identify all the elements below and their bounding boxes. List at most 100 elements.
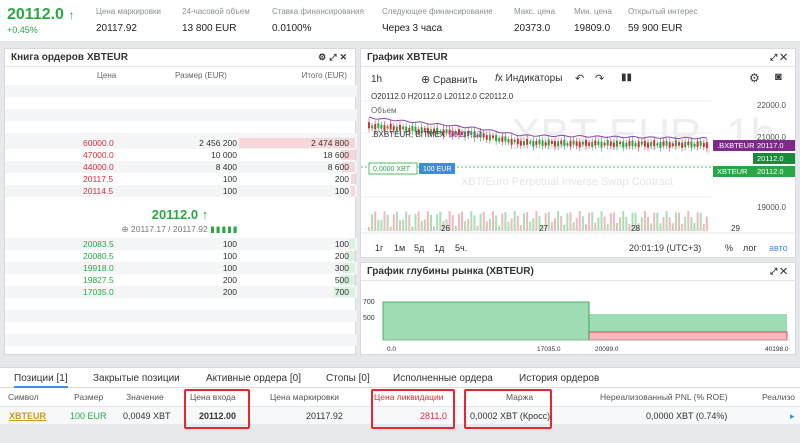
stat-funding-rate: Ставка финансирования 0.0100%	[272, 7, 364, 34]
volume-bar	[513, 211, 516, 231]
watermark-text: XBT-EUR, 1h	[511, 110, 775, 159]
close-icon[interactable]: ✕	[780, 266, 790, 276]
range-5d[interactable]: 5д	[414, 243, 424, 253]
bid-price[interactable]: 20083.5	[83, 239, 114, 249]
volume-bar	[436, 213, 439, 231]
bid-row[interactable]: 20080.5 100 200	[5, 250, 357, 262]
volume-bar	[399, 220, 401, 231]
up-arrow-icon: ↑	[201, 207, 209, 222]
bid-size: 200	[222, 275, 237, 285]
candle-body	[547, 139, 550, 146]
more-icon[interactable]: ▸	[790, 411, 795, 422]
bid-row[interactable]: 19827.5 200 500	[5, 274, 357, 286]
candle-body	[616, 140, 618, 147]
tab-filled-orders[interactable]: Исполненные ордера	[393, 373, 493, 384]
ask-row[interactable]: 20117.5 100 200	[5, 173, 357, 185]
price-chart[interactable]: XBT-EUR, 1h XBT/Euro Perpetual Inverse Sw…	[361, 91, 795, 241]
auto-toggle[interactable]: авто	[769, 243, 788, 253]
range-5h[interactable]: 5ч.	[455, 243, 467, 253]
position-symbol-link[interactable]: XBTEUR	[9, 411, 46, 421]
col-realized-pnl: Реализо	[762, 392, 795, 402]
bid-total: 100	[334, 239, 349, 249]
close-icon[interactable]: ✕	[339, 52, 350, 62]
bid-price[interactable]: 17035.0	[83, 287, 114, 297]
bid-price[interactable]: 19918.0	[83, 263, 114, 273]
bid-row[interactable]: 19918.0 100 300	[5, 262, 357, 274]
col-mark-price: Цена маркировки	[270, 392, 340, 402]
tab-order-history[interactable]: История ордеров	[519, 373, 599, 384]
indicators-button[interactable]: fx Индикаторы	[495, 73, 562, 84]
volume-bar	[656, 212, 659, 231]
log-toggle[interactable]: лог	[743, 243, 757, 253]
stat-24h-volume: 24-часовой объем 13 800 EUR	[182, 7, 250, 34]
bid-row[interactable]: 17035.0 200 700	[5, 286, 357, 298]
volume-bar	[476, 225, 479, 231]
compare-button[interactable]: ⊕ Сравнить	[421, 73, 478, 86]
ask-row[interactable]: 20114.5 100 100	[5, 185, 357, 197]
ask-row[interactable]: 60000.0 2 456 200 2 474 800	[5, 137, 357, 149]
orderbook-panel: Книга ордеров XBTEUR ⚙⤢✕ Цена Размер (EU…	[4, 48, 357, 355]
bid-price[interactable]: 19827.5	[83, 275, 114, 285]
depth-chart[interactable]: 700 500 0.0 17035.0 20099.0 40198.0	[361, 282, 795, 354]
percent-toggle[interactable]: %	[725, 243, 733, 253]
volume-bar	[473, 215, 476, 231]
tab-active-orders[interactable]: Активные ордера [0]	[206, 373, 301, 384]
ask-price[interactable]: 20114.5	[83, 186, 113, 196]
ask-depth-area	[588, 331, 788, 341]
candle-body	[371, 125, 374, 129]
camera-icon[interactable]: ◙	[775, 71, 782, 83]
orderbook-columns: Цена Размер (EUR) Итого (EUR)	[5, 68, 357, 82]
interval-button[interactable]: 1h	[371, 74, 382, 85]
bid-price[interactable]: 20080.5	[83, 251, 114, 261]
col-size: Размер	[74, 392, 104, 402]
candle-body	[622, 141, 625, 148]
volume-bar	[581, 216, 584, 231]
volume-bar	[380, 219, 383, 231]
tab-stops[interactable]: Стопы [0]	[326, 373, 370, 384]
expand-icon[interactable]: ⤢	[770, 266, 780, 276]
expand-icon[interactable]: ⤢	[770, 52, 780, 62]
redo-icon[interactable]: ↷	[595, 72, 604, 85]
plus-circle-icon: ⊕	[421, 74, 431, 86]
settings-icon[interactable]: ⚙	[749, 71, 760, 85]
range-1m[interactable]: 1м	[394, 243, 405, 253]
volume-bar	[585, 224, 587, 231]
candle-body	[681, 142, 684, 148]
candle-body	[594, 140, 597, 146]
ask-total: 2 474 800	[311, 138, 349, 148]
depth-x-tick: 20099.0	[595, 346, 619, 353]
undo-icon[interactable]: ↶	[575, 72, 584, 85]
volume-bar	[479, 213, 482, 231]
volume-bar	[386, 214, 389, 231]
bxbteur-tag-value: 20117.0	[757, 141, 784, 150]
candle-body	[557, 141, 560, 147]
tab-closed-positions[interactable]: Закрытые позиции	[93, 373, 180, 384]
bar-chart-icon[interactable]: ▮▮	[621, 72, 632, 83]
ask-row[interactable]: 44000.0 8 400 8 600	[5, 161, 357, 173]
expand-icon[interactable]: ⤢	[329, 52, 339, 62]
candle-body	[532, 140, 535, 147]
ask-price[interactable]: 44000.0	[83, 162, 114, 172]
chart-header: График XBTEUR ⤢✕	[361, 49, 795, 67]
empty-row	[5, 310, 357, 322]
candle-body	[535, 140, 538, 145]
range-1d[interactable]: 1д	[434, 243, 444, 253]
volume-bar	[600, 211, 603, 231]
tab-positions[interactable]: Позиции [1]	[14, 373, 68, 388]
ask-row[interactable]: 47000.0 10 000 18 600	[5, 149, 357, 161]
volume-bar	[417, 211, 420, 231]
empty-row	[5, 109, 357, 121]
ask-price[interactable]: 47000.0	[83, 150, 114, 160]
candle-body	[482, 133, 485, 138]
depth-x-tick: 17035.0	[537, 346, 561, 353]
bid-row[interactable]: 20083.5 100 100	[5, 238, 357, 250]
close-icon[interactable]: ✕	[780, 52, 790, 62]
candle-body	[488, 134, 491, 141]
range-1y[interactable]: 1г	[375, 243, 383, 253]
volume-bar	[566, 213, 569, 231]
orderbook-title: Книга ордеров XBTEUR	[11, 52, 128, 63]
volume-bar	[411, 226, 414, 231]
ask-price[interactable]: 60000.0	[83, 138, 114, 148]
gear-icon[interactable]: ⚙	[318, 52, 329, 62]
ask-price[interactable]: 20117.5	[83, 174, 113, 184]
